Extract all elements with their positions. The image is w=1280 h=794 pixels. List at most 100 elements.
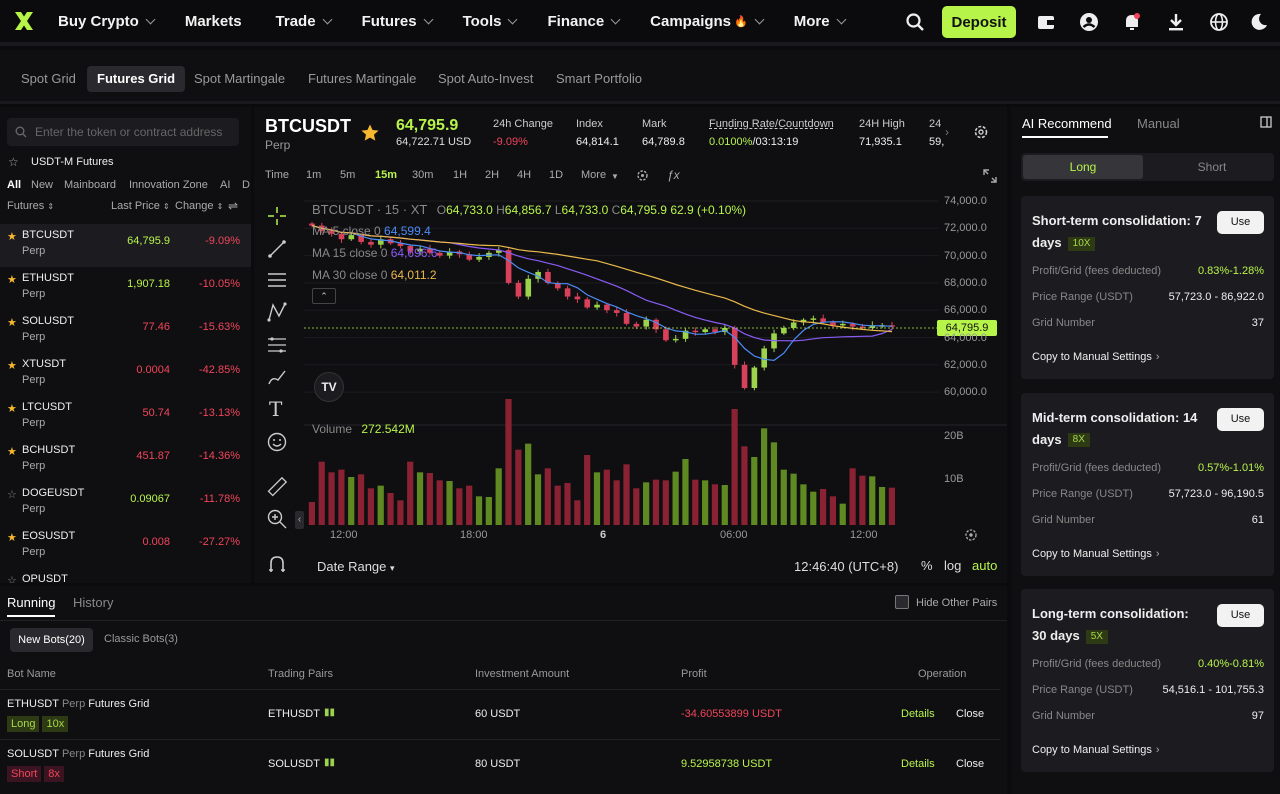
tab-manual[interactable]: Manual [1137,116,1180,131]
nav-campaigns[interactable]: Campaigns 🔥 [650,0,765,44]
side-long-button[interactable]: Long [1023,155,1143,179]
nav-tools[interactable]: Tools [463,0,518,44]
nav-more[interactable]: More [794,0,847,44]
filter-innovation-zone[interactable]: Innovation Zone [129,179,208,191]
copy-settings-link[interactable]: Copy to Manual Settings › [1032,351,1160,363]
axis-settings-icon[interactable] [964,528,978,545]
crosshair-icon[interactable] [266,205,288,227]
star-filled-icon[interactable]: ★ [7,402,17,415]
favorite-star-icon[interactable] [360,123,380,146]
emoji-icon[interactable] [266,431,288,453]
fib-icon[interactable] [266,334,288,356]
horizontal-lines-icon[interactable] [266,269,288,291]
collapse-legend-icon[interactable]: ⌃ [312,288,336,304]
brush-icon[interactable] [266,366,288,388]
auto-toggle[interactable]: auto [972,558,997,573]
timeframe-more[interactable]: More [581,169,606,181]
category-label[interactable]: USDT-M Futures [31,156,114,168]
chevron-right-icon[interactable]: › [945,125,949,139]
bot-row[interactable]: SOLUSDT Perp Futures Grid Short 8x SOLUSDT ▮▮ 8… [0,739,1000,789]
market-row[interactable]: ★ ETHUSDT Perp 1,907.18 -10.05% [0,267,251,310]
layout-toggle-icon[interactable] [1260,116,1272,131]
details-link[interactable]: Details [901,708,935,720]
tab-spot-martingale[interactable]: Spot Martingale [184,66,295,92]
text-tool-icon[interactable]: T [269,397,282,421]
market-row[interactable]: ★ EOSUSDT Perp 0.008 -27.27% [0,525,251,568]
download-icon[interactable] [1166,12,1186,32]
star-filled-icon[interactable]: ★ [7,273,17,286]
timeframe-15m[interactable]: 15m [375,169,397,181]
star-filled-icon[interactable]: ★ [7,531,17,544]
tab-smart-portfolio[interactable]: Smart Portfolio [546,66,652,92]
nav-buy-crypto[interactable]: Buy Crypto [58,0,156,44]
wallet-icon[interactable] [1036,12,1056,32]
timeframe-5m[interactable]: 5m [340,169,355,181]
tab-running[interactable]: Running [7,595,55,610]
zoom-in-icon[interactable] [266,508,288,530]
star-outline-icon[interactable]: ☆ [7,574,17,583]
xt-logo-icon[interactable] [12,9,36,33]
globe-icon[interactable] [1209,12,1229,32]
collapse-toolbar-icon[interactable]: ‹ [295,511,304,529]
copy-settings-link[interactable]: Copy to Manual Settings › [1032,548,1160,560]
market-row[interactable]: ★ BTCUSDT Perp 64,795.9 -9.09% [0,224,251,267]
pattern-icon[interactable] [266,301,288,323]
use-button[interactable]: Use [1217,604,1264,627]
filter-all[interactable]: All [7,179,21,191]
price-chart[interactable] [304,195,1007,525]
star-filled-icon[interactable]: ★ [7,359,17,372]
use-button[interactable]: Use [1217,211,1264,234]
ticker-symbol[interactable]: BTCUSDT [265,116,351,137]
moon-icon[interactable] [1249,12,1269,32]
percent-toggle[interactable]: % [921,558,933,573]
col-change[interactable]: Change ⇕ [175,200,223,212]
timeframe-2h[interactable]: 2H [485,169,499,181]
bell-icon[interactable] [1122,12,1142,32]
search-icon[interactable] [905,12,925,32]
magnet-icon[interactable] [266,553,288,575]
nav-markets[interactable]: Markets [185,0,242,44]
star-outline-icon[interactable]: ☆ [7,488,17,501]
market-row[interactable]: ★ SOLUSDT Perp 77.46 -15.63% [0,310,251,353]
tab-spot-auto-invest[interactable]: Spot Auto-Invest [428,66,543,92]
timeframe-30m[interactable]: 30m [412,169,433,181]
close-button[interactable]: Close [956,708,984,720]
star-filled-icon[interactable]: ★ [7,316,17,329]
tab-history[interactable]: History [73,595,113,610]
log-toggle[interactable]: log [944,558,961,573]
gear-icon[interactable] [973,124,989,143]
fullscreen-icon[interactable] [983,169,997,186]
date-range-dropdown[interactable]: Date Range ▾ [317,559,395,574]
tab-futures-grid[interactable]: Futures Grid [87,66,186,92]
copy-settings-link[interactable]: Copy to Manual Settings › [1032,744,1160,756]
star-filled-icon[interactable]: ★ [7,445,17,458]
deposit-button[interactable]: Deposit [942,6,1016,38]
funding-label[interactable]: Funding Rate/Countdown [709,118,834,130]
tab-spot-grid[interactable]: Spot Grid [11,66,86,92]
ruler-icon[interactable] [266,476,288,498]
token-search-input[interactable]: Enter the token or contract address [7,118,239,146]
col-last-price[interactable]: Last Price ⇕ [111,200,170,212]
list-toggle-icon[interactable]: ⇌ [228,199,238,213]
indicator-gear-icon[interactable] [636,169,649,185]
market-row[interactable]: ☆ DOGEUSDT Perp 0.09067 -11.78% [0,482,251,525]
hide-pairs-checkbox[interactable] [895,595,909,609]
details-link[interactable]: Details [901,758,935,770]
nav-finance[interactable]: Finance [547,0,621,44]
subtab-new-bots[interactable]: New Bots(20) [10,628,93,652]
trendline-icon[interactable] [266,238,288,260]
market-row[interactable]: ★ LTCUSDT Perp 50.74 -13.13% [0,396,251,439]
bot-row[interactable]: ETHUSDT Perp Futures Grid Long 10x ETHUSDT ▮▮ 6… [0,689,1000,739]
subtab-classic-bots[interactable]: Classic Bots(3) [104,633,178,645]
side-short-button[interactable]: Short [1152,155,1272,179]
market-row[interactable]: ☆ OPUSDT [0,568,251,583]
market-row[interactable]: ★ XTUSDT Perp 0.0004 -42.85% [0,353,251,396]
timeframe-4h[interactable]: 4H [517,169,531,181]
star-filled-icon[interactable]: ★ [7,230,17,243]
nav-futures[interactable]: Futures [362,0,434,44]
market-row[interactable]: ★ BCHUSDT Perp 451.87 -14.36% [0,439,251,482]
filter-more[interactable]: D [242,179,250,191]
timeframe-1d[interactable]: 1D [549,169,563,181]
close-button[interactable]: Close [956,758,984,770]
col-futures[interactable]: Futures ⇕ [7,200,54,212]
